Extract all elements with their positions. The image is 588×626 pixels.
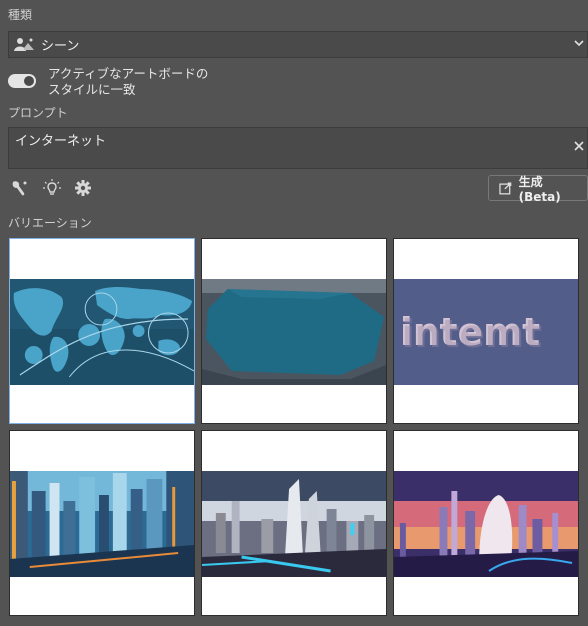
type-dropdown[interactable]: シーン [8,31,588,58]
match-style-toggle[interactable] [8,74,36,88]
match-style-label-line1: アクティブなアートボードの [48,66,209,81]
variation-tile-4[interactable] [9,430,195,616]
style-brush-icon[interactable] [11,179,29,197]
chevron-down-icon[interactable] [574,38,584,48]
settings-gear-icon[interactable] [74,179,92,197]
generate-button-label: 生成 (Beta) [518,174,561,204]
clear-icon[interactable] [573,140,585,152]
variation-image-city-sunset [394,471,578,577]
match-style-label-line2: スタイルに一致 [48,82,136,97]
variation-tile-2[interactable] [201,238,387,424]
variation-image-teal-polygon [202,279,386,385]
variation-tile-5[interactable] [201,430,387,616]
person-landscape-icon [14,37,34,51]
variation-image-city-dusk [202,471,386,577]
svg-text:intemt: intemt [402,312,542,356]
variation-tile-1[interactable] [9,238,195,424]
type-selected-value: シーン [41,39,80,54]
type-label: 種類 [8,8,33,22]
generate-icon [499,182,512,195]
variation-tile-6[interactable] [393,430,579,616]
variation-tile-3[interactable]: intemt intemt [393,238,579,424]
variation-image-internet-text: intemt intemt [394,279,578,385]
variations-label: バリエーション [8,216,92,230]
match-style-toggle-row: アクティブなアートボードの スタイルに一致 [8,66,208,98]
variation-image-city-blue [10,471,194,577]
variation-image-world-map [10,279,194,385]
prompt-input[interactable]: インターネット [8,127,588,169]
prompt-label: プロンプト [8,106,68,120]
generate-button[interactable]: 生成 (Beta) [488,174,588,204]
match-style-label: アクティブなアートボードの スタイルに一致 [48,66,208,98]
prompt-text[interactable]: インターネット [15,130,106,149]
lightbulb-icon[interactable] [43,179,61,197]
